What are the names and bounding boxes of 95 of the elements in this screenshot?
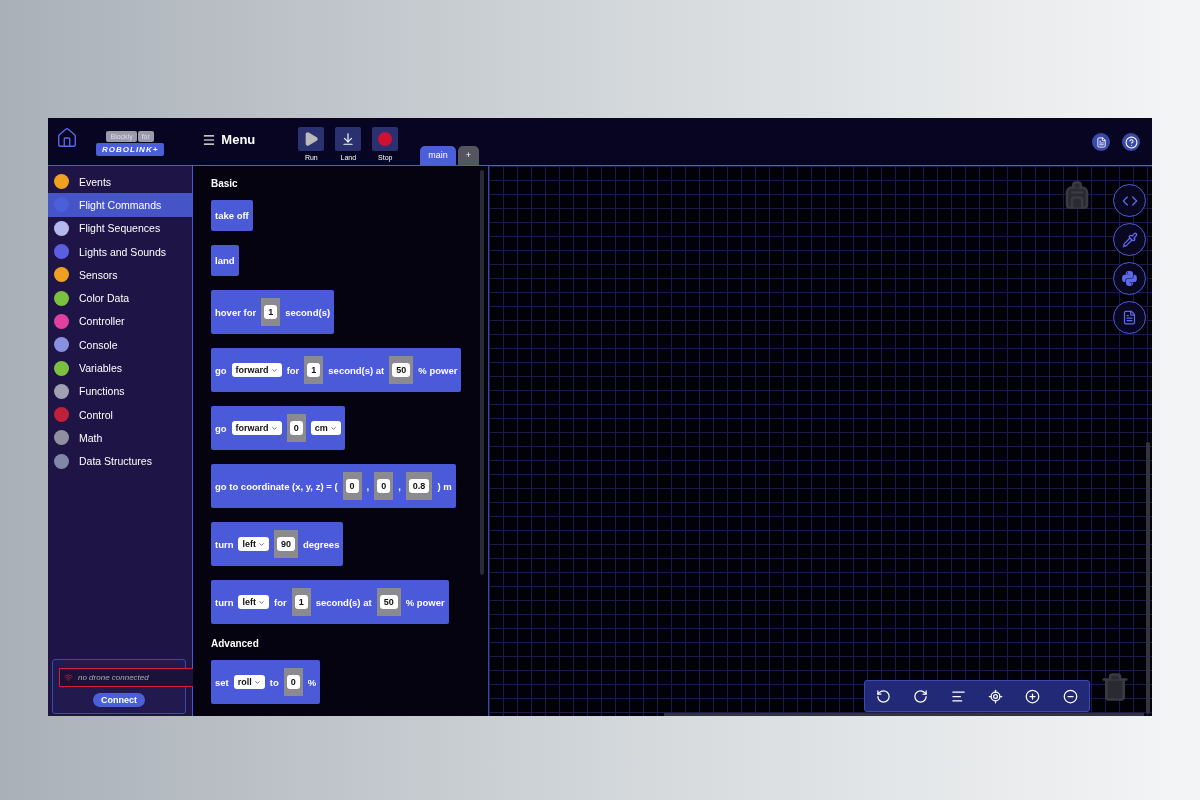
- block-text: take off: [215, 210, 249, 221]
- code-block[interactable]: hover for 1 second(s): [211, 290, 335, 334]
- land-icon: [341, 132, 356, 146]
- block-text: second(s) at: [328, 364, 385, 376]
- dropdown-field[interactable]: forward: [231, 421, 282, 435]
- category-item[interactable]: Data Structures: [48, 449, 192, 473]
- number-field[interactable]: 0: [345, 479, 359, 493]
- category-item[interactable]: Sensors: [48, 263, 192, 287]
- code-block[interactable]: land: [211, 245, 239, 276]
- center-icon[interactable]: [988, 688, 1004, 704]
- caret-icon: [257, 598, 265, 606]
- file-icon[interactable]: [1113, 301, 1146, 334]
- number-field[interactable]: 0: [377, 479, 391, 493]
- add-tab-button[interactable]: +: [457, 146, 480, 165]
- play-icon: [303, 131, 320, 147]
- zoom-in-icon[interactable]: [1025, 688, 1041, 704]
- number-field[interactable]: 50: [379, 595, 398, 609]
- drone-field[interactable]: no drone connected: [59, 668, 195, 687]
- document-icon[interactable]: [1092, 133, 1110, 151]
- category-item[interactable]: Color Data: [48, 286, 192, 310]
- scrollbar[interactable]: [664, 713, 1144, 716]
- number-field[interactable]: 0: [289, 421, 303, 435]
- code-block[interactable]: take off: [211, 200, 253, 231]
- category-item[interactable]: Console: [48, 333, 192, 357]
- dropdown-field[interactable]: roll: [233, 675, 265, 689]
- code-block[interactable]: set roll to 0 %: [211, 660, 321, 704]
- section-title: Basic: [211, 178, 239, 189]
- python-icon[interactable]: [1113, 262, 1146, 295]
- block-text: second(s) at: [315, 596, 372, 608]
- block-text: turn: [215, 538, 234, 550]
- connect-button[interactable]: Connect: [93, 693, 145, 707]
- menu-icon: [202, 132, 217, 147]
- category-item[interactable]: Flight Commands: [48, 193, 192, 217]
- eyedropper-icon[interactable]: [1113, 223, 1146, 256]
- block-text: for: [286, 364, 300, 376]
- category-item[interactable]: Events: [48, 170, 192, 194]
- code-block[interactable]: go forward 0 cm: [211, 406, 345, 450]
- block-text: ,: [366, 480, 370, 492]
- caret-icon: [270, 424, 278, 432]
- number-field[interactable]: 0.8: [408, 479, 430, 493]
- block-text: turn: [215, 596, 234, 608]
- code-icon[interactable]: [1113, 184, 1146, 217]
- zoom-out-icon[interactable]: [1062, 688, 1078, 704]
- number-field[interactable]: 90: [276, 537, 295, 551]
- dropdown-field[interactable]: forward: [231, 363, 282, 377]
- category-item[interactable]: Variables: [48, 356, 192, 380]
- brand-logo: ROBOLINK+: [96, 143, 165, 156]
- dropdown-field[interactable]: left: [238, 537, 269, 551]
- category-item[interactable]: Control: [48, 402, 192, 427]
- block-text: set: [215, 676, 229, 688]
- block-text: %: [307, 676, 317, 688]
- block-text: % power: [405, 596, 445, 608]
- code-block[interactable]: turn left for 1 second(s) at 50 % power: [211, 580, 449, 624]
- category-item[interactable]: Math: [48, 426, 192, 450]
- scrollbar[interactable]: [1146, 442, 1150, 714]
- block-text: second(s): [285, 306, 331, 318]
- scrollbar[interactable]: [480, 170, 484, 575]
- block-text: go: [215, 364, 227, 376]
- block-text: go: [215, 422, 227, 434]
- dropdown-field[interactable]: cm: [310, 421, 341, 435]
- redo-icon[interactable]: [913, 688, 929, 704]
- code-block[interactable]: go to coordinate (x, y, z) = ( 0 , 0 , 0.8 ) m: [211, 464, 456, 508]
- code-block[interactable]: go forward for 1 second(s) at 50 % power: [211, 348, 462, 392]
- menu-button[interactable]: Menu: [202, 132, 256, 147]
- tab[interactable]: main: [420, 146, 456, 165]
- category-item[interactable]: Functions: [48, 379, 192, 403]
- help-icon[interactable]: [1122, 133, 1140, 151]
- number-field[interactable]: 1: [264, 305, 278, 319]
- category-item[interactable]: Controller: [48, 309, 192, 334]
- block-text: ) m: [437, 480, 452, 492]
- caret-icon: [270, 366, 278, 374]
- block-text: go to coordinate (x, y, z) = (: [215, 480, 338, 492]
- number-field[interactable]: 50: [392, 363, 411, 377]
- section-title: Advanced: [211, 638, 260, 649]
- number-field[interactable]: 0: [286, 675, 300, 689]
- block-text: ,: [398, 480, 401, 492]
- block-text: degrees: [303, 538, 340, 550]
- dropdown-field[interactable]: left: [238, 595, 269, 609]
- stop-icon: [378, 132, 393, 146]
- number-field[interactable]: 1: [307, 363, 321, 377]
- caret-icon: [253, 678, 261, 686]
- wifi-icon: [64, 673, 73, 682]
- undo-icon[interactable]: [876, 688, 892, 704]
- block-text: hover for: [215, 306, 257, 318]
- block-text: for: [273, 596, 287, 608]
- block-text: % power: [418, 364, 458, 376]
- category-item[interactable]: Flight Sequences: [48, 216, 192, 240]
- block-text: land: [215, 255, 235, 266]
- caret-icon: [329, 424, 337, 432]
- align-icon[interactable]: [950, 688, 966, 704]
- code-block[interactable]: turn left 90 degrees: [211, 522, 344, 566]
- number-field[interactable]: 1: [294, 595, 308, 609]
- block-text: to: [269, 676, 279, 688]
- category-item[interactable]: Lights and Sounds: [48, 239, 192, 264]
- caret-icon: [257, 540, 265, 548]
